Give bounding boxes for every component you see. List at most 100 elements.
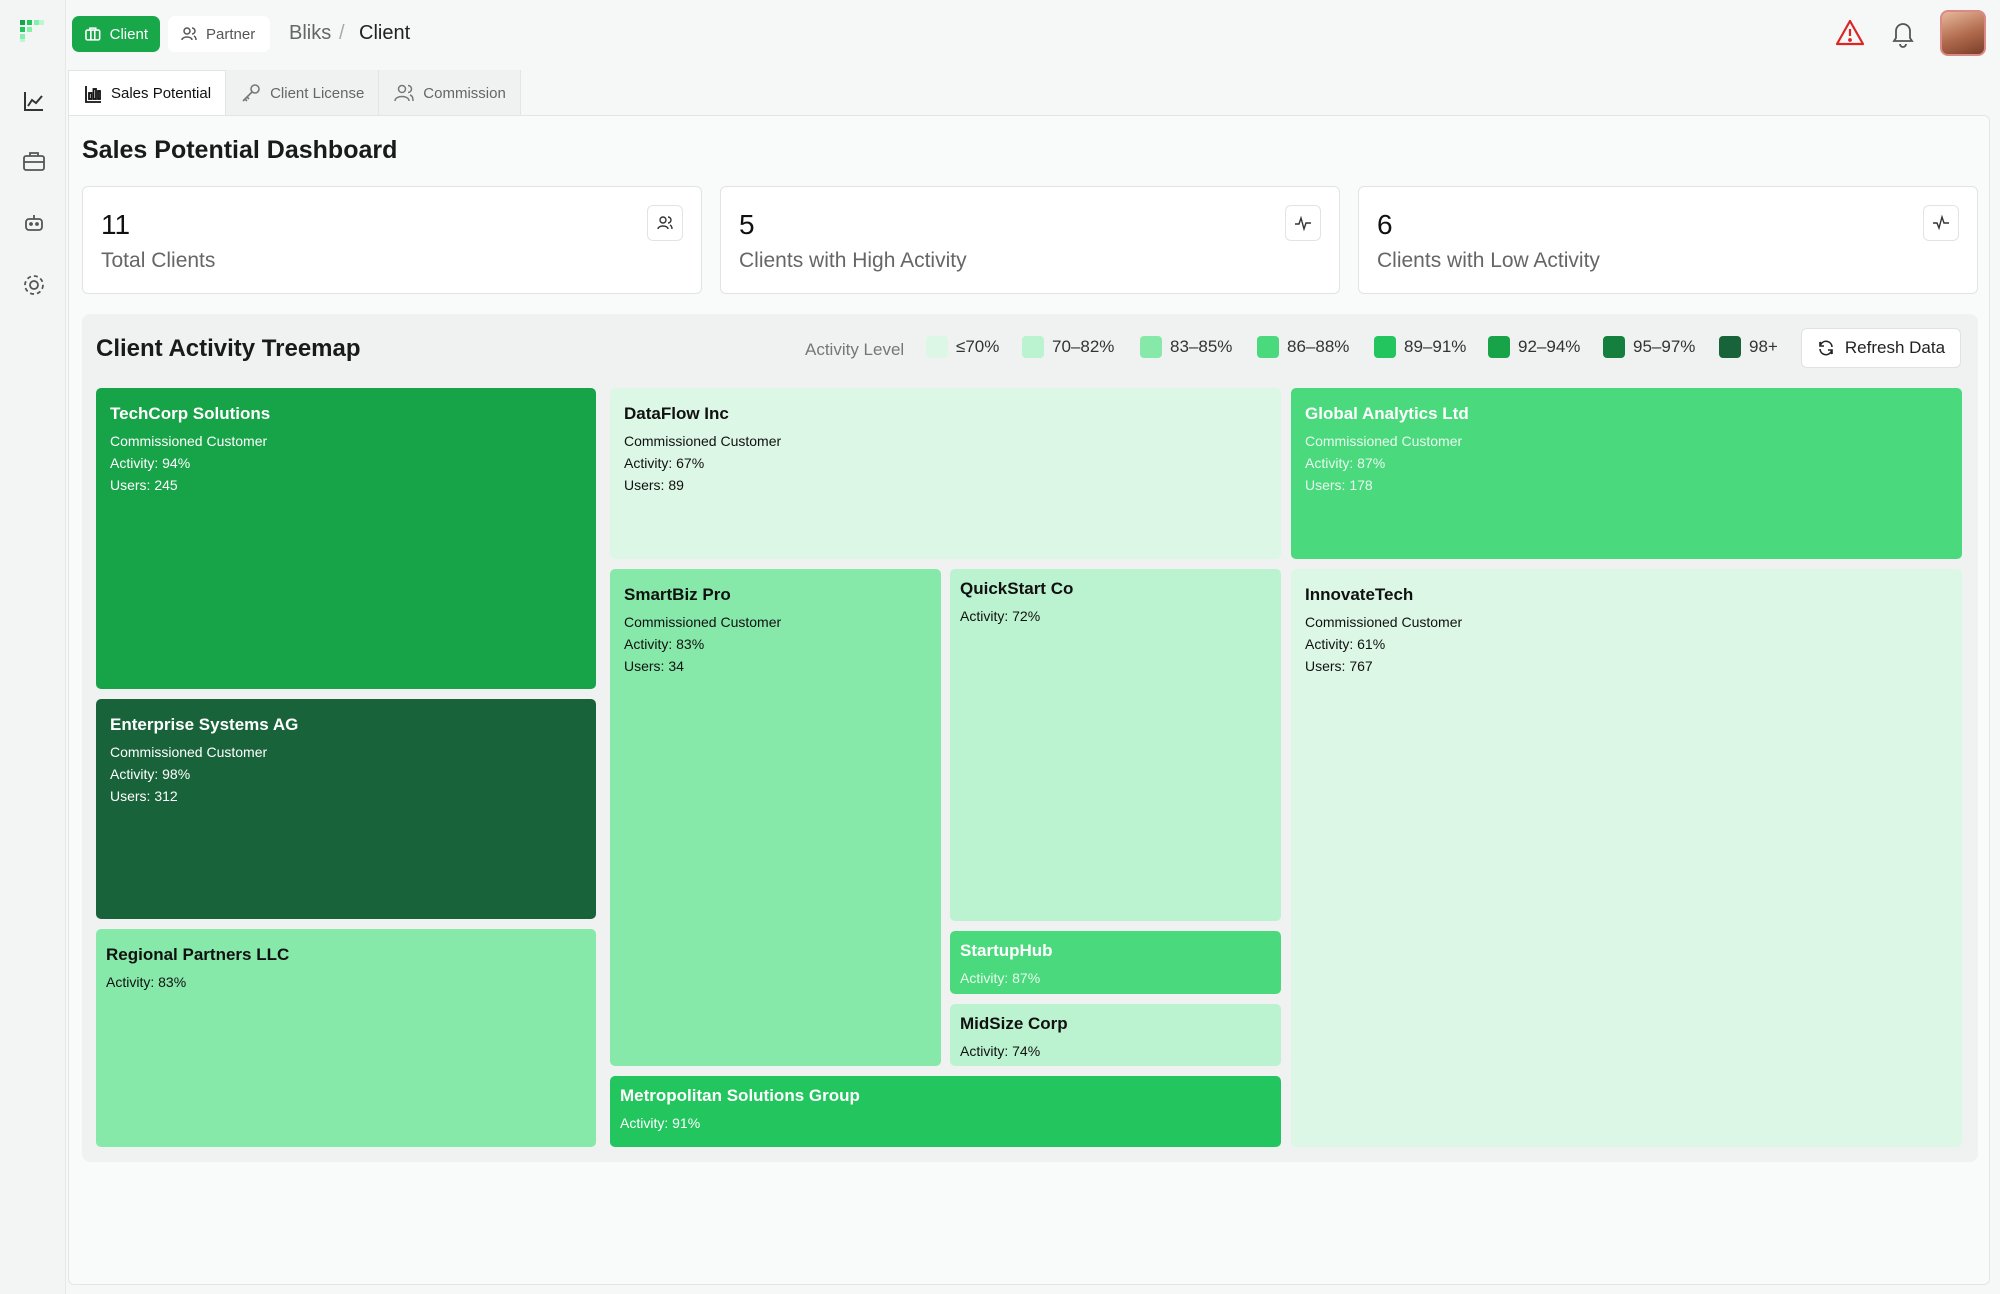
client-name: MidSize Corp bbox=[960, 1014, 1068, 1033]
legend-swatch bbox=[1140, 336, 1162, 358]
stat-value: 11 bbox=[101, 209, 131, 240]
legend-item: 83–85% bbox=[1140, 336, 1232, 358]
treemap-tile-startuphub[interactable]: StartupHub Activity: 87% bbox=[950, 931, 1281, 994]
legend-text: 70–82% bbox=[1052, 337, 1115, 356]
client-users: Users: 89 bbox=[624, 477, 684, 493]
client-name: QuickStart Co bbox=[960, 579, 1074, 598]
legend-item: 98+ bbox=[1719, 336, 1778, 358]
client-activity: Activity: 72% bbox=[960, 608, 1041, 624]
client-name: DataFlow Inc bbox=[624, 404, 729, 423]
legend-text: 98+ bbox=[1749, 337, 1778, 356]
legend-swatch bbox=[926, 336, 948, 358]
client-type: Commissioned Customer bbox=[1305, 614, 1463, 630]
legend-swatch bbox=[1022, 336, 1044, 358]
users-icon bbox=[647, 205, 683, 241]
client-type: Commissioned Customer bbox=[110, 433, 268, 449]
treemap-tile-metropolitan-solutions[interactable]: Metropolitan Solutions Group Activity: 9… bbox=[610, 1076, 1281, 1147]
breadcrumb-separator: / bbox=[339, 22, 345, 44]
stat-value: 6 bbox=[1377, 209, 1393, 240]
legend-swatch bbox=[1488, 336, 1510, 358]
stat-card-low-activity: 6 Clients with Low Activity bbox=[1358, 186, 1978, 294]
user-avatar[interactable] bbox=[1940, 10, 1986, 56]
activity-icon bbox=[1285, 205, 1321, 241]
client-name: Metropolitan Solutions Group bbox=[620, 1086, 860, 1105]
legend-item: ≤70% bbox=[926, 336, 999, 358]
tab-label: Client License bbox=[270, 84, 365, 102]
legend-text: 92–94% bbox=[1518, 337, 1581, 356]
client-name: StartupHub bbox=[960, 941, 1053, 960]
partner-toggle-button[interactable]: Partner bbox=[168, 16, 270, 52]
stat-card-high-activity: 5 Clients with High Activity bbox=[720, 186, 1340, 294]
briefcase-icon bbox=[85, 27, 101, 41]
tab-label: Sales Potential bbox=[111, 85, 212, 102]
partner-toggle-label: Partner bbox=[206, 25, 256, 43]
legend-item: 92–94% bbox=[1488, 336, 1580, 358]
client-users: Users: 312 bbox=[110, 788, 178, 804]
client-activity: Activity: 94% bbox=[110, 455, 191, 471]
client-toggle-button[interactable]: Client bbox=[72, 16, 160, 52]
legend-item: 70–82% bbox=[1022, 336, 1114, 358]
client-name: InnovateTech bbox=[1305, 585, 1414, 604]
client-activity: Activity: 74% bbox=[960, 1043, 1041, 1059]
stat-label: Total Clients bbox=[101, 249, 216, 272]
client-type: Commissioned Customer bbox=[624, 614, 782, 630]
client-users: Users: 767 bbox=[1305, 658, 1373, 674]
client-users: Users: 178 bbox=[1305, 477, 1373, 493]
client-activity: Activity: 83% bbox=[106, 974, 187, 990]
treemap-tile-midsize-corp[interactable]: MidSize Corp Activity: 74% bbox=[950, 1004, 1281, 1066]
treemap-tile-smartbiz-pro[interactable]: SmartBiz Pro Commissioned Customer Activ… bbox=[610, 569, 941, 1066]
stat-value: 5 bbox=[739, 209, 755, 240]
treemap-tile-global-analytics[interactable]: Global Analytics Ltd Commissioned Custom… bbox=[1291, 388, 1962, 559]
bell-icon[interactable] bbox=[1888, 18, 1918, 48]
treemap-tile-regional-partners[interactable]: Regional Partners LLC Activity: 83% bbox=[96, 929, 596, 1147]
treemap-tile-quickstart[interactable]: QuickStart Co Activity: 72% bbox=[950, 569, 1281, 921]
treemap-title: Client Activity Treemap bbox=[96, 335, 361, 362]
client-activity: Activity: 67% bbox=[624, 455, 705, 471]
legend-swatch bbox=[1719, 336, 1741, 358]
stat-card-total-clients: 11 Total Clients bbox=[82, 186, 702, 294]
bar-chart-icon bbox=[85, 85, 101, 103]
client-name: SmartBiz Pro bbox=[624, 585, 731, 604]
treemap-tile-innovatetech[interactable]: InnovateTech Commissioned Customer Activ… bbox=[1291, 569, 1962, 1147]
legend-item: 89–91% bbox=[1374, 336, 1466, 358]
client-type: Commissioned Customer bbox=[110, 744, 268, 760]
client-activity: Activity: 87% bbox=[1305, 455, 1386, 471]
tab-client-license[interactable]: Client License bbox=[226, 70, 380, 116]
stat-label: Clients with High Activity bbox=[739, 249, 967, 272]
legend-item: 86–88% bbox=[1257, 336, 1349, 358]
breadcrumb-root[interactable]: Bliks bbox=[289, 22, 331, 45]
tab-label: Commission bbox=[423, 84, 506, 102]
legend-text: 83–85% bbox=[1170, 337, 1233, 356]
briefcase-nav-icon[interactable] bbox=[21, 148, 47, 174]
tab-bar: Sales Potential Client License Commissio… bbox=[68, 70, 521, 116]
client-name: Enterprise Systems AG bbox=[110, 715, 299, 734]
client-activity: Activity: 83% bbox=[624, 636, 705, 652]
treemap-tile-enterprise-systems[interactable]: Enterprise Systems AG Commissioned Custo… bbox=[96, 699, 596, 919]
client-name: Global Analytics Ltd bbox=[1305, 404, 1469, 423]
app-logo-icon bbox=[20, 20, 44, 42]
users-icon bbox=[394, 84, 415, 102]
tab-sales-potential[interactable]: Sales Potential bbox=[68, 70, 227, 116]
refresh-data-button[interactable]: Refresh Data bbox=[1801, 328, 1961, 368]
treemap-tile-dataflow[interactable]: DataFlow Inc Commissioned Customer Activ… bbox=[610, 388, 1281, 559]
client-type: Commissioned Customer bbox=[624, 433, 782, 449]
client-users: Users: 245 bbox=[110, 477, 178, 493]
client-name: Regional Partners LLC bbox=[106, 945, 290, 964]
legend-text: 89–91% bbox=[1404, 337, 1467, 356]
settings-nav-icon[interactable] bbox=[21, 272, 47, 298]
tab-commission[interactable]: Commission bbox=[379, 70, 521, 116]
treemap-tile-techcorp[interactable]: TechCorp Solutions Commissioned Customer… bbox=[96, 388, 596, 689]
chart-nav-icon[interactable] bbox=[21, 88, 47, 114]
alert-icon[interactable] bbox=[1835, 18, 1865, 48]
left-rail bbox=[0, 0, 66, 1294]
legend-text: ≤70% bbox=[956, 337, 1000, 356]
top-bar: Client Partner Bliks / Client bbox=[66, 0, 2000, 68]
client-users: Users: 34 bbox=[624, 658, 684, 674]
activity-low-icon bbox=[1923, 205, 1959, 241]
bot-nav-icon[interactable] bbox=[21, 210, 47, 236]
breadcrumb-current: Client bbox=[359, 22, 411, 44]
legend-swatch bbox=[1603, 336, 1625, 358]
legend-swatch bbox=[1257, 336, 1279, 358]
users-icon bbox=[181, 27, 197, 41]
stat-label: Clients with Low Activity bbox=[1377, 249, 1600, 272]
